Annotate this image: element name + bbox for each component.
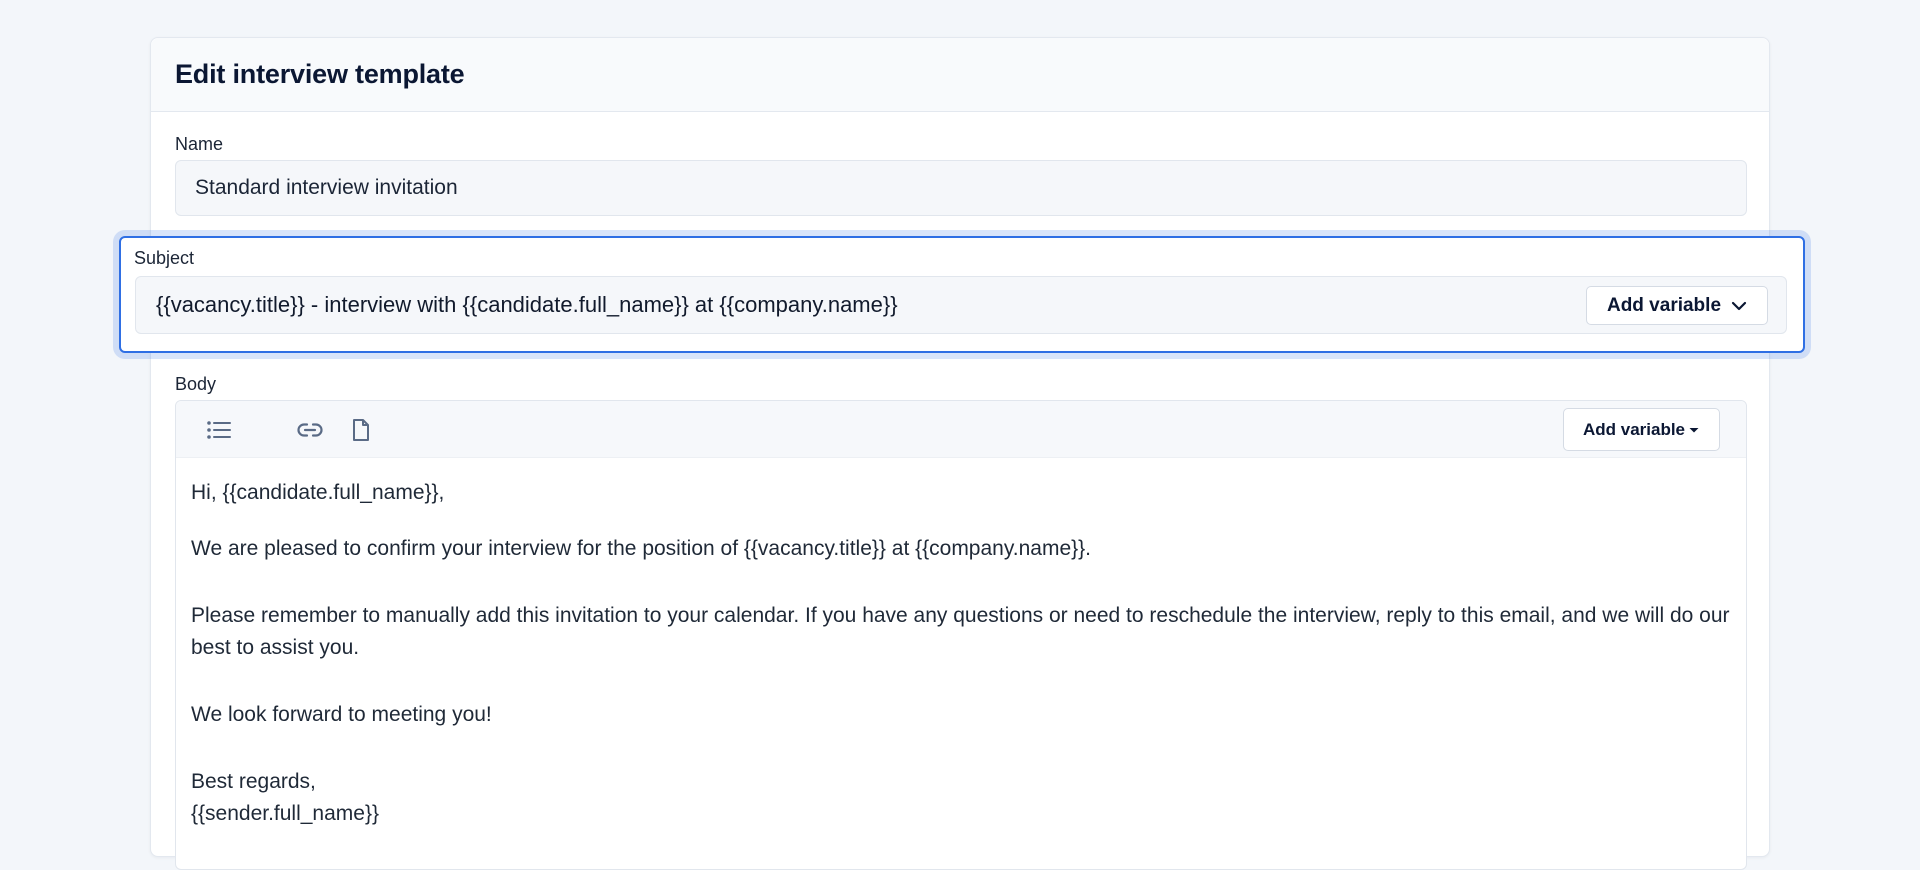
body-content[interactable]: Hi, {{candidate.full_name}}, We are plea… [191, 477, 1731, 830]
name-input-value: Standard interview invitation [195, 176, 458, 199]
name-input[interactable]: Standard interview invitation [175, 160, 1747, 216]
body-add-variable-button[interactable]: Add variable [1563, 408, 1720, 451]
body-line: Hi, {{candidate.full_name}}, [191, 481, 445, 504]
caret-down-icon [1689, 427, 1699, 432]
name-label: Name [175, 134, 224, 154]
chevron-down-icon [1731, 301, 1747, 310]
subject-input[interactable]: {{vacancy.title}} - interview with {{can… [135, 276, 1787, 334]
page-title: Edit interview template [175, 59, 465, 89]
card-header: Edit interview template [151, 38, 1769, 112]
body-line: We are pleased to confirm your interview… [191, 537, 1092, 560]
body-line: We look forward to meeting you! [191, 703, 492, 726]
document-icon[interactable] [346, 415, 376, 445]
edit-template-card: Edit interview template Name Standard in… [150, 37, 1770, 870]
bulleted-list-icon[interactable] [204, 415, 234, 445]
subject-label: Subject [134, 248, 195, 268]
body-line: Best regards, [191, 770, 316, 793]
subject-input-value: {{vacancy.title}} - interview with {{can… [156, 292, 898, 317]
body-line: {{sender.full_name}} [191, 802, 379, 825]
subject-add-variable-button[interactable]: Add variable [1586, 286, 1768, 325]
subject-field-panel: Subject {{vacancy.title}} - interview wi… [119, 236, 1805, 353]
body-label: Body [175, 374, 217, 394]
subject-add-variable-label: Add variable [1606, 294, 1722, 316]
editor-toolbar: Add variable [176, 401, 1746, 458]
link-icon[interactable] [295, 415, 325, 445]
body-add-variable-label: Add variable [1582, 419, 1686, 439]
body-line: Please remember to manually add this inv… [191, 604, 1730, 659]
body-editor[interactable]: Add variable Hi, {{candidate.full_name}}… [175, 400, 1747, 870]
